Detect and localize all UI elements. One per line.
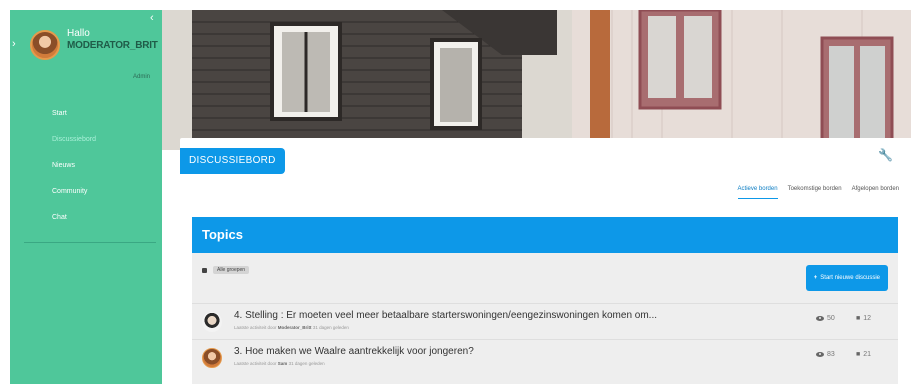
eye-icon [816,352,824,357]
sidebar-nav: Start Discussiebord Nieuws Community Cha… [52,101,96,231]
topic-row[interactable]: 4. Stelling : Er moeten veel meer betaal… [192,303,898,339]
meta-prefix: Laatste activiteit door [234,361,277,366]
houses-photo [162,10,911,150]
user-avatar[interactable] [30,30,60,60]
replies-count: ■ 12 [856,315,871,322]
replies-value: 12 [863,315,872,322]
plus-icon: + [813,275,818,281]
collapse-sidebar-icon[interactable]: ‹ [150,12,154,24]
sidebar-item-discussiebord[interactable]: Discussiebord [52,127,96,153]
greeting-text: Hallo [67,28,90,39]
board-tabs: Actieve borden Toekomstige borden Afgelo… [737,186,899,199]
comments-icon: ■ [856,315,861,322]
hero-photo [162,10,911,150]
sidebar-item-nieuws[interactable]: Nieuws [52,153,96,179]
topics-heading: Topics [192,217,898,253]
meta-author[interactable]: Moderator_Britt [278,325,312,330]
start-discussion-label: Start nieuwe discussie [820,275,880,281]
eye-icon [816,316,824,321]
group-filter[interactable]: Alle groepen [202,266,250,274]
board-title-badge: DISCUSSIEBORD [180,148,285,174]
start-discussion-button[interactable]: + Start nieuwe discussie [805,265,888,291]
user-role: Admin [132,74,150,80]
topic-title[interactable]: 4. Stelling : Er moeten veel meer betaal… [234,310,806,321]
sidebar: ‹ › Hallo MODERATOR_BRIT Admin Start Dis… [10,10,162,384]
sidebar-divider [24,242,156,243]
topic-meta: Laatste activiteit door Moderator_Britt … [234,325,349,330]
expand-profile-icon[interactable]: › [12,38,16,50]
replies-value: 21 [863,351,872,358]
tab-afgelopen-borden[interactable]: Afgelopen borden [852,186,899,199]
wrench-icon[interactable]: 🔧 [878,148,893,162]
views-value: 83 [827,351,835,358]
meta-author[interactable]: Sam [278,361,288,366]
meta-time: 31 dagen geleden [312,325,349,330]
meta-time: 31 dagen geleden [288,361,325,366]
topic-meta: Laatste activiteit door Sam 31 dagen gel… [234,361,325,366]
comments-icon: ■ [856,351,861,358]
topic-row[interactable]: 3. Hoe maken we Waalre aantrekkelijk voo… [192,339,898,375]
sidebar-item-chat[interactable]: Chat [52,205,96,231]
filter-icon [202,267,207,273]
author-avatar [202,312,222,332]
sidebar-item-community[interactable]: Community [52,179,96,205]
sidebar-item-start[interactable]: Start [52,101,96,127]
author-avatar [202,348,222,368]
topic-title[interactable]: 3. Hoe maken we Waalre aantrekkelijk voo… [234,346,806,357]
topics-list: Alle groepen + Start nieuwe discussie 4. … [192,253,898,384]
views-value: 50 [827,315,835,322]
meta-prefix: Laatste activiteit door [234,325,277,330]
filter-tag[interactable]: Alle groepen [213,266,250,274]
views-count: 83 [816,351,835,358]
discussion-board-card: DISCUSSIEBORD 🔧 Actieve borden Toekomsti… [180,138,911,384]
tab-actieve-borden[interactable]: Actieve borden [737,186,778,199]
views-count: 50 [816,315,835,322]
replies-count: ■ 21 [856,351,871,358]
tab-toekomstige-borden[interactable]: Toekomstige borden [788,186,842,199]
username[interactable]: MODERATOR_BRIT [67,40,158,51]
